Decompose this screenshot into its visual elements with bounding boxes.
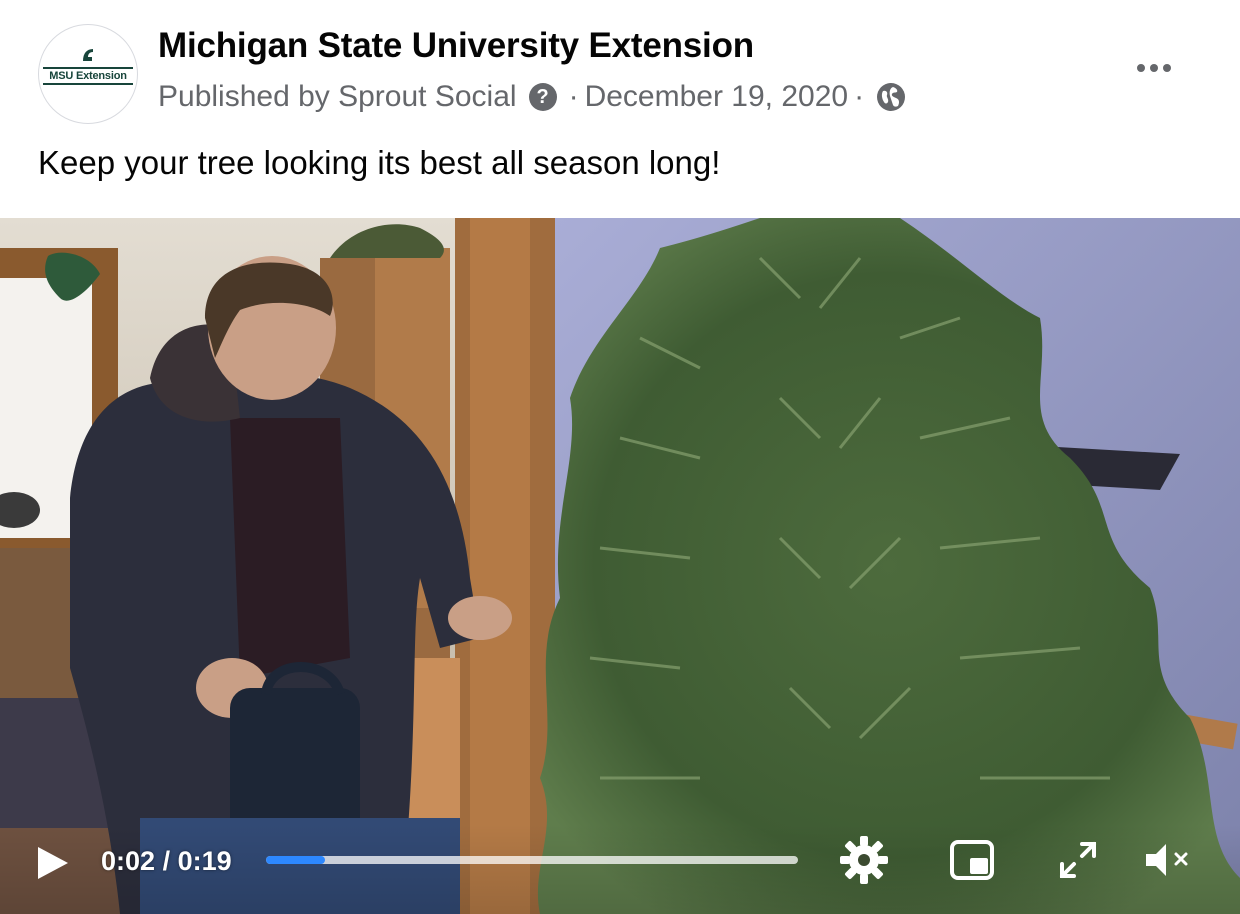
post-date-link[interactable]: December 19, 2020 [585, 80, 849, 114]
globe-icon[interactable] [876, 82, 906, 112]
video-progress-bar[interactable] [266, 856, 798, 864]
time-separator: / [162, 846, 171, 876]
play-icon[interactable] [34, 844, 70, 882]
spartan-helmet-icon [83, 49, 93, 61]
post-message: Keep your tree looking its best all seas… [38, 144, 721, 181]
muted-speaker-icon[interactable] [1142, 834, 1194, 886]
progress-fill [266, 856, 325, 864]
meta-separator: · [568, 80, 579, 113]
gear-icon[interactable] [838, 834, 890, 886]
page-avatar[interactable]: MSU Extension [38, 24, 138, 124]
more-dot [1137, 64, 1145, 72]
video-player[interactable]: 0:02 / 0:19 [0, 218, 1240, 914]
post-meta: Published by Sprout Social ? · December … [158, 78, 906, 116]
meta-separator-2: · [854, 80, 865, 113]
video-frame [0, 218, 1240, 914]
published-by-link[interactable]: Published by Sprout Social [158, 80, 517, 114]
video-controls: 0:02 / 0:19 [0, 824, 1240, 914]
post-header: MSU Extension Michigan State University … [0, 0, 1240, 218]
picture-in-picture-icon[interactable] [946, 834, 998, 886]
fullscreen-icon[interactable] [1052, 834, 1104, 886]
more-options-icon[interactable] [1128, 52, 1180, 84]
question-circle-icon[interactable]: ? [528, 83, 557, 111]
avatar-logo-text: MSU Extension [43, 67, 133, 85]
more-dot [1163, 64, 1171, 72]
video-time: 0:02 / 0:19 [101, 846, 232, 877]
page-name-link[interactable]: Michigan State University Extension [158, 26, 754, 66]
current-time: 0:02 [101, 846, 156, 876]
more-dot [1150, 64, 1158, 72]
duration: 0:19 [177, 846, 232, 876]
